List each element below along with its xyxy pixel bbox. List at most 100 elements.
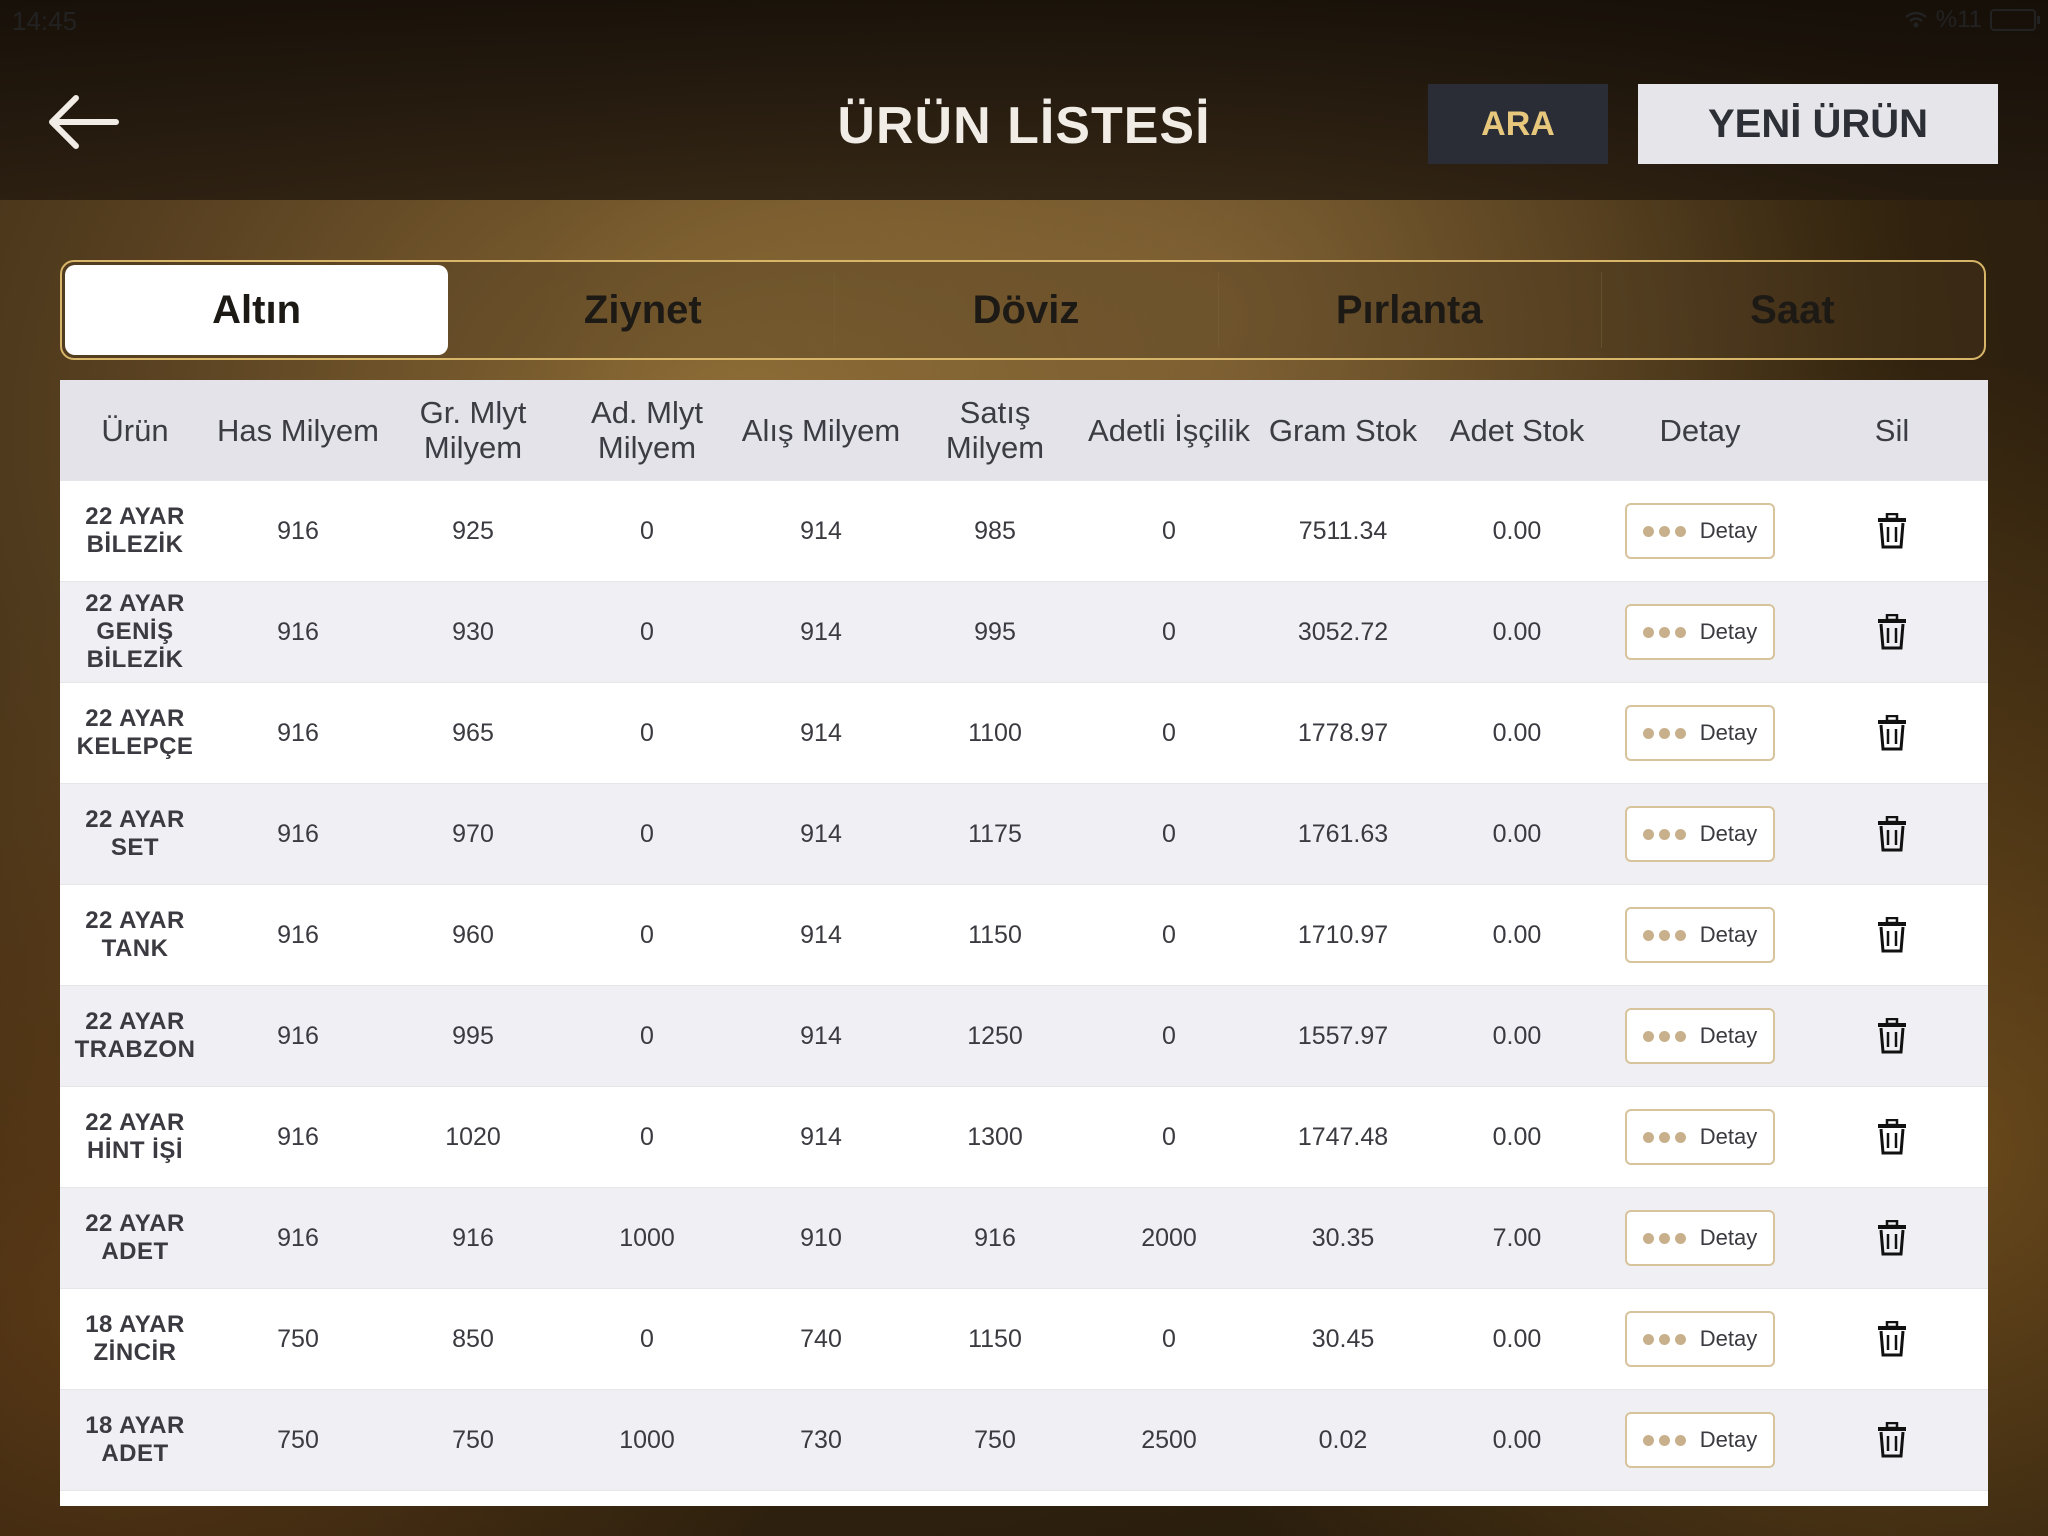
detail-button[interactable]: Detay [1625, 1311, 1775, 1367]
more-dots-icon [1642, 525, 1686, 537]
detail-button[interactable]: Detay [1625, 907, 1775, 963]
table-row[interactable]: 22 AYAR GENİŞ BİLEZİK 916 930 0 914 995 0 3052.… [60, 581, 1988, 682]
trash-icon[interactable] [1877, 614, 1907, 650]
cell-adet: 0.00 [1492, 1022, 1542, 1050]
cell-iscilik: 2500 [1141, 1426, 1197, 1454]
table-row[interactable]: 18 AYAR ZİNCİR 750 850 0 740 1150 0 30.45 0.00 De… [60, 1288, 1988, 1389]
cell-gram: 30.45 [1311, 1325, 1375, 1353]
detail-label: Detay [1699, 922, 1758, 947]
more-dots-icon [1642, 1131, 1686, 1143]
cell-gr: 960 [452, 921, 494, 949]
cell-ad: 0 [640, 1123, 654, 1151]
trash-icon[interactable] [1877, 1220, 1907, 1256]
table-row[interactable]: 22 AYAR SET 916 970 0 914 1175 0 1761.63 0.00 Det… [60, 783, 1988, 884]
delete-cell [1796, 1390, 1988, 1490]
cell-iscilik: 0 [1162, 820, 1176, 848]
cell-satis: 1250 [967, 1022, 1023, 1050]
cell-has: 916 [277, 1224, 319, 1252]
tab-1[interactable]: Ziynet [451, 262, 834, 358]
cell-iscilik: 0 [1162, 1325, 1176, 1353]
product-name: 22 AYAR ADET [85, 1210, 185, 1265]
product-name: 22 AYAR TRABZON [74, 1008, 196, 1063]
cell-satis: 750 [974, 1426, 1016, 1454]
trash-icon[interactable] [1877, 715, 1907, 751]
trash-icon[interactable] [1877, 1119, 1907, 1155]
new-product-button[interactable]: YENİ ÜRÜN [1638, 84, 1998, 164]
table-row[interactable]: 22 AYAR TANK 916 960 0 914 1150 0 1710.97 0.00 De… [60, 884, 1988, 985]
detail-cell: Detay [1604, 683, 1796, 783]
status-right: %11 [1904, 6, 2040, 34]
detail-button[interactable]: Detay [1625, 1109, 1775, 1165]
detail-button[interactable]: Detay [1625, 705, 1775, 761]
cell-adet: 0.00 [1492, 820, 1542, 848]
search-button[interactable]: ARA [1428, 84, 1608, 164]
more-dots-icon [1642, 1030, 1686, 1042]
column-header: Satış Milyem [945, 395, 1045, 465]
cell-iscilik: 0 [1162, 921, 1176, 949]
cell-adet: 0.00 [1492, 1426, 1542, 1454]
column-header: Adetli İşçilik [1088, 412, 1250, 448]
product-name: 22 AYAR TANK [85, 907, 185, 962]
trash-icon[interactable] [1877, 513, 1907, 549]
table-row[interactable]: 22 AYAR HİNT İŞİ 916 1020 0 914 1300 0 1747.48 0… [60, 1086, 1988, 1187]
product-name: 22 AYAR HİNT İŞİ [85, 1109, 185, 1164]
detail-button[interactable]: Detay [1625, 503, 1775, 559]
column-header: Detay [1659, 412, 1741, 448]
cell-has: 916 [277, 1123, 319, 1151]
trash-icon[interactable] [1877, 1321, 1907, 1357]
detail-label: Detay [1699, 619, 1758, 644]
cell-adet: 0.00 [1492, 1325, 1542, 1353]
delete-cell [1796, 784, 1988, 884]
more-dots-icon [1642, 828, 1686, 840]
category-tabs: Altın Ziynet Döviz Pırlanta Saat [60, 260, 1986, 360]
column-header: Has Milyem [217, 412, 379, 448]
detail-label: Detay [1699, 1225, 1758, 1250]
product-name: 18 AYAR ZİNCİR [85, 1311, 185, 1366]
cell-gram: 1557.97 [1297, 1022, 1389, 1050]
tab-2[interactable]: Döviz [834, 262, 1217, 358]
table-row[interactable]: 22 AYAR TRABZON 916 995 0 914 1250 0 1557.97 0.0… [60, 985, 1988, 1086]
cell-ad: 0 [640, 517, 654, 545]
cell-satis: 1150 [968, 1325, 1022, 1353]
more-dots-icon [1642, 626, 1686, 638]
trash-icon[interactable] [1877, 917, 1907, 953]
status-bar: 14:45 %11 [0, 0, 2048, 40]
delete-cell [1796, 1188, 1988, 1288]
detail-button[interactable]: Detay [1625, 1008, 1775, 1064]
tab-3[interactable]: Pırlanta [1217, 262, 1601, 358]
cell-alis: 914 [800, 1123, 842, 1151]
cell-satis: 1175 [968, 820, 1022, 848]
cell-alis: 730 [800, 1426, 842, 1454]
delete-cell [1796, 582, 1988, 682]
more-dots-icon [1642, 727, 1686, 739]
cell-has: 916 [277, 820, 319, 848]
tab-0[interactable]: Altın [65, 265, 449, 355]
trash-icon[interactable] [1877, 1422, 1907, 1458]
table-row[interactable]: 18 AYAR ADET 750 750 1000 730 750 2500 0.02 0.00… [60, 1389, 1988, 1490]
detail-button[interactable]: Detay [1625, 604, 1775, 660]
detail-label: Detay [1699, 1124, 1758, 1149]
detail-button[interactable]: Detay [1625, 1412, 1775, 1468]
cell-ad: 1000 [619, 1224, 675, 1252]
cell-alis: 740 [800, 1325, 842, 1353]
table-row[interactable]: 22 AYAR KELEPÇE 916 965 0 914 1100 0 1778.97 0.0… [60, 682, 1988, 783]
cell-ad: 0 [640, 618, 654, 646]
cell-ad: 0 [640, 921, 654, 949]
product-name: 18 AYAR ADET [85, 1412, 185, 1467]
detail-button[interactable]: Detay [1625, 806, 1775, 862]
detail-button[interactable]: Detay [1625, 1210, 1775, 1266]
cell-gr: 930 [452, 618, 494, 646]
tab-4[interactable]: Saat [1600, 262, 1984, 358]
cell-gr: 995 [452, 1022, 494, 1050]
table-body: 22 AYAR BİLEZİK 916 925 0 914 985 0 7511.34 0.00… [60, 480, 1988, 1490]
trash-icon[interactable] [1877, 1018, 1907, 1054]
cell-iscilik: 0 [1162, 517, 1176, 545]
table-row[interactable]: 22 AYAR BİLEZİK 916 925 0 914 985 0 7511.34 0.00… [60, 480, 1988, 581]
cell-alis: 914 [800, 1022, 842, 1050]
table-row-partial [60, 1490, 1988, 1506]
detail-cell: Detay [1604, 1188, 1796, 1288]
table-row[interactable]: 22 AYAR ADET 916 916 1000 910 916 2000 30.35 7.0… [60, 1187, 1988, 1288]
trash-icon[interactable] [1877, 816, 1907, 852]
column-header: Ad. Mlyt Milyem [591, 395, 703, 465]
cell-gram: 7511.34 [1298, 517, 1388, 545]
